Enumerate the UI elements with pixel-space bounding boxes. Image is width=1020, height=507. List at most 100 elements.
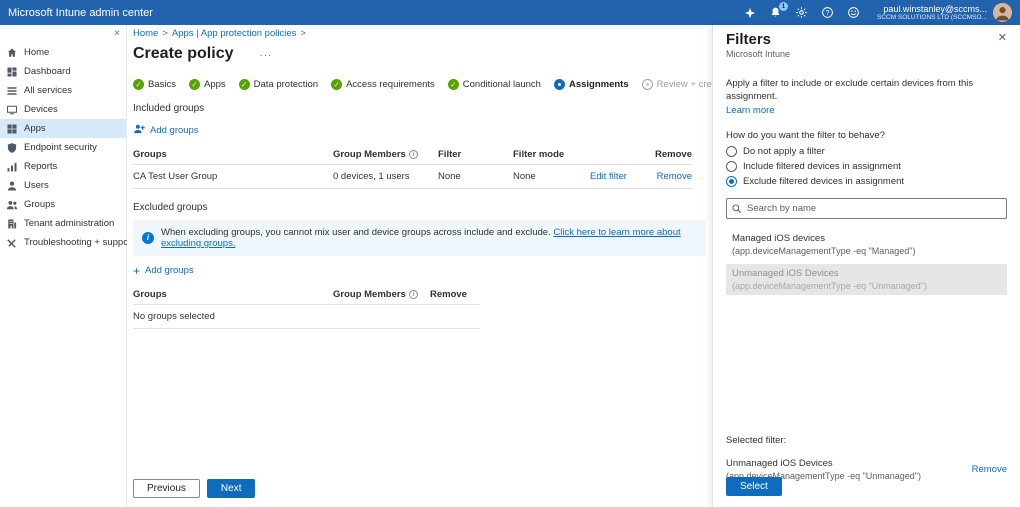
selected-filter-name: Unmanaged iOS Devices xyxy=(726,457,833,469)
breadcrumb-home[interactable]: Home xyxy=(133,28,158,39)
sidebar-item-label: Troubleshooting + support xyxy=(24,237,135,248)
filter-item-managed-ios[interactable]: Managed iOS devices (app.deviceManagemen… xyxy=(726,229,1007,260)
topbar-actions: 1 ? paul.winstanley@sccms... SCCM SOLUTI… xyxy=(744,2,1012,22)
add-groups-link-excluded[interactable]: + Add groups xyxy=(133,263,194,278)
excluded-groups-heading: Excluded groups xyxy=(133,202,208,213)
apps-icon xyxy=(6,123,18,135)
radio-exclude-filtered-devices[interactable]: Exclude filtered devices in assignment xyxy=(726,175,1007,187)
remove-group-link[interactable]: Remove xyxy=(657,171,692,182)
sidebar-item-label: Endpoint security xyxy=(24,142,97,153)
svg-text:?: ? xyxy=(826,10,830,17)
sidebar: × Home Dashboard All services Devices Ap… xyxy=(0,25,134,507)
description-text: Apply a filter to include or exclude cer… xyxy=(726,78,974,103)
sidebar-item-troubleshooting[interactable]: Troubleshooting + support xyxy=(0,233,134,252)
column-header-remove: Remove xyxy=(650,145,692,165)
step-basics[interactable]: Basics xyxy=(133,79,176,90)
filter-item-unmanaged-ios[interactable]: Unmanaged iOS Devices (app.deviceManagem… xyxy=(726,263,1007,295)
app-title[interactable]: Microsoft Intune admin center xyxy=(8,7,153,19)
step-assignments[interactable]: Assignments xyxy=(553,79,629,90)
sidebar-item-label: All services xyxy=(24,85,73,96)
sidebar-item-apps[interactable]: Apps xyxy=(0,119,126,138)
filters-panel: Filters Microsoft Intune ✕ Apply a filte… xyxy=(712,25,1020,507)
account-menu[interactable]: paul.winstanley@sccms... SCCM SOLUTIONS … xyxy=(877,3,1012,22)
help-icon[interactable]: ? xyxy=(821,6,834,19)
sidebar-item-label: Dashboard xyxy=(24,66,71,77)
panel-header: Filters Microsoft Intune ✕ xyxy=(726,31,1007,59)
sidebar-item-all-services[interactable]: All services xyxy=(0,81,126,100)
select-button[interactable]: Select xyxy=(726,477,782,496)
user-org: SCCM SOLUTIONS LTD (SCCMSO... xyxy=(876,13,987,21)
radio-icon xyxy=(726,160,737,172)
column-header-groups: Groups xyxy=(133,145,333,165)
page-title: Create policy xyxy=(133,45,234,62)
sidebar-item-devices[interactable]: Devices xyxy=(0,100,126,119)
add-groups-link-included[interactable]: Add groups xyxy=(133,123,199,138)
user-icon xyxy=(6,180,18,192)
panel-description: Apply a filter to include or exclude cer… xyxy=(726,77,1007,117)
column-header-remove: Remove xyxy=(430,285,480,305)
radio-label: Include filtered devices in assignment xyxy=(743,160,901,172)
check-icon xyxy=(331,79,343,90)
add-user-icon xyxy=(133,123,145,138)
learn-more-link[interactable]: Learn more xyxy=(726,105,775,116)
step-label: Data protection xyxy=(253,79,319,90)
next-button[interactable]: Next xyxy=(206,479,256,498)
remove-selected-filter-link[interactable]: Remove xyxy=(972,464,1007,475)
upcoming-step-icon xyxy=(641,79,653,90)
radio-include-filtered-devices[interactable]: Include filtered devices in assignment xyxy=(726,160,1007,172)
column-header-label: Group Members xyxy=(333,149,406,160)
breadcrumb-app-protection-policies[interactable]: Apps | App protection policies xyxy=(172,28,296,39)
more-menu-icon[interactable]: ··· xyxy=(259,50,272,61)
add-groups-label: Add groups xyxy=(145,265,194,276)
step-access-requirements[interactable]: Access requirements xyxy=(331,79,435,90)
sidebar-item-reports[interactable]: Reports xyxy=(0,157,126,176)
sidebar-item-home[interactable]: Home xyxy=(0,43,126,62)
filter-behavior-question: How do you want the filter to behave? xyxy=(726,129,885,141)
radio-icon-selected xyxy=(726,175,737,187)
step-conditional-launch[interactable]: Conditional launch xyxy=(447,79,541,90)
avatar[interactable] xyxy=(993,3,1012,22)
filter-rule: (app.deviceManagementType -eq "Unmanaged… xyxy=(732,280,928,291)
sidebar-list: Home Dashboard All services Devices Apps xyxy=(0,43,134,252)
check-icon xyxy=(447,79,459,90)
user-email: paul.winstanley@sccms... xyxy=(883,3,987,14)
sidebar-item-label: Apps xyxy=(24,123,46,134)
step-apps[interactable]: Apps xyxy=(188,79,226,90)
filter-list: Managed iOS devices (app.deviceManagemen… xyxy=(726,229,1007,295)
sidebar-item-label: Reports xyxy=(24,161,58,172)
add-groups-label: Add groups xyxy=(150,125,199,136)
radio-do-not-apply-filter[interactable]: Do not apply a filter xyxy=(726,145,1007,157)
sidebar-item-tenant-administration[interactable]: Tenant administration xyxy=(0,214,126,233)
column-header-groups: Groups xyxy=(133,285,333,305)
filter-mode-cell: None xyxy=(513,165,590,189)
edit-filter-link[interactable]: Edit filter xyxy=(590,171,627,182)
radio-label: Exclude filtered devices in assignment xyxy=(743,175,905,187)
dashboard-icon xyxy=(6,66,18,78)
copilot-icon[interactable] xyxy=(744,7,756,19)
breadcrumb-separator: > xyxy=(300,28,306,39)
previous-button[interactable]: Previous xyxy=(133,479,200,498)
plus-icon: + xyxy=(133,263,141,278)
sidebar-collapse-icon[interactable]: × xyxy=(114,28,120,39)
sidebar-item-label: Home xyxy=(24,47,50,58)
step-data-protection[interactable]: Data protection xyxy=(238,79,319,90)
feedback-icon[interactable] xyxy=(847,6,860,19)
settings-gear-icon[interactable] xyxy=(795,6,808,19)
panel-subtitle: Microsoft Intune xyxy=(726,49,791,59)
home-icon xyxy=(6,47,18,59)
search-icon xyxy=(732,204,741,213)
step-label: Access requirements xyxy=(346,79,435,90)
sidebar-item-label: Users xyxy=(24,180,49,191)
sidebar-item-users[interactable]: Users xyxy=(0,176,126,195)
sidebar-item-endpoint-security[interactable]: Endpoint security xyxy=(0,138,126,157)
sidebar-item-groups[interactable]: Groups xyxy=(0,195,126,214)
column-header-filter-mode: Filter mode xyxy=(513,145,590,165)
notifications-bell-icon[interactable]: 1 xyxy=(769,2,788,19)
filter-name: Managed iOS devices xyxy=(732,232,825,244)
main-content: Home > Apps | App protection policies > … xyxy=(127,25,725,507)
search-input[interactable] xyxy=(726,197,1007,219)
sidebar-item-dashboard[interactable]: Dashboard xyxy=(0,62,126,81)
info-icon: i xyxy=(408,150,418,159)
close-icon[interactable]: ✕ xyxy=(998,31,1007,44)
wizard-steps: Basics Apps Data protection Access requi… xyxy=(133,79,725,90)
